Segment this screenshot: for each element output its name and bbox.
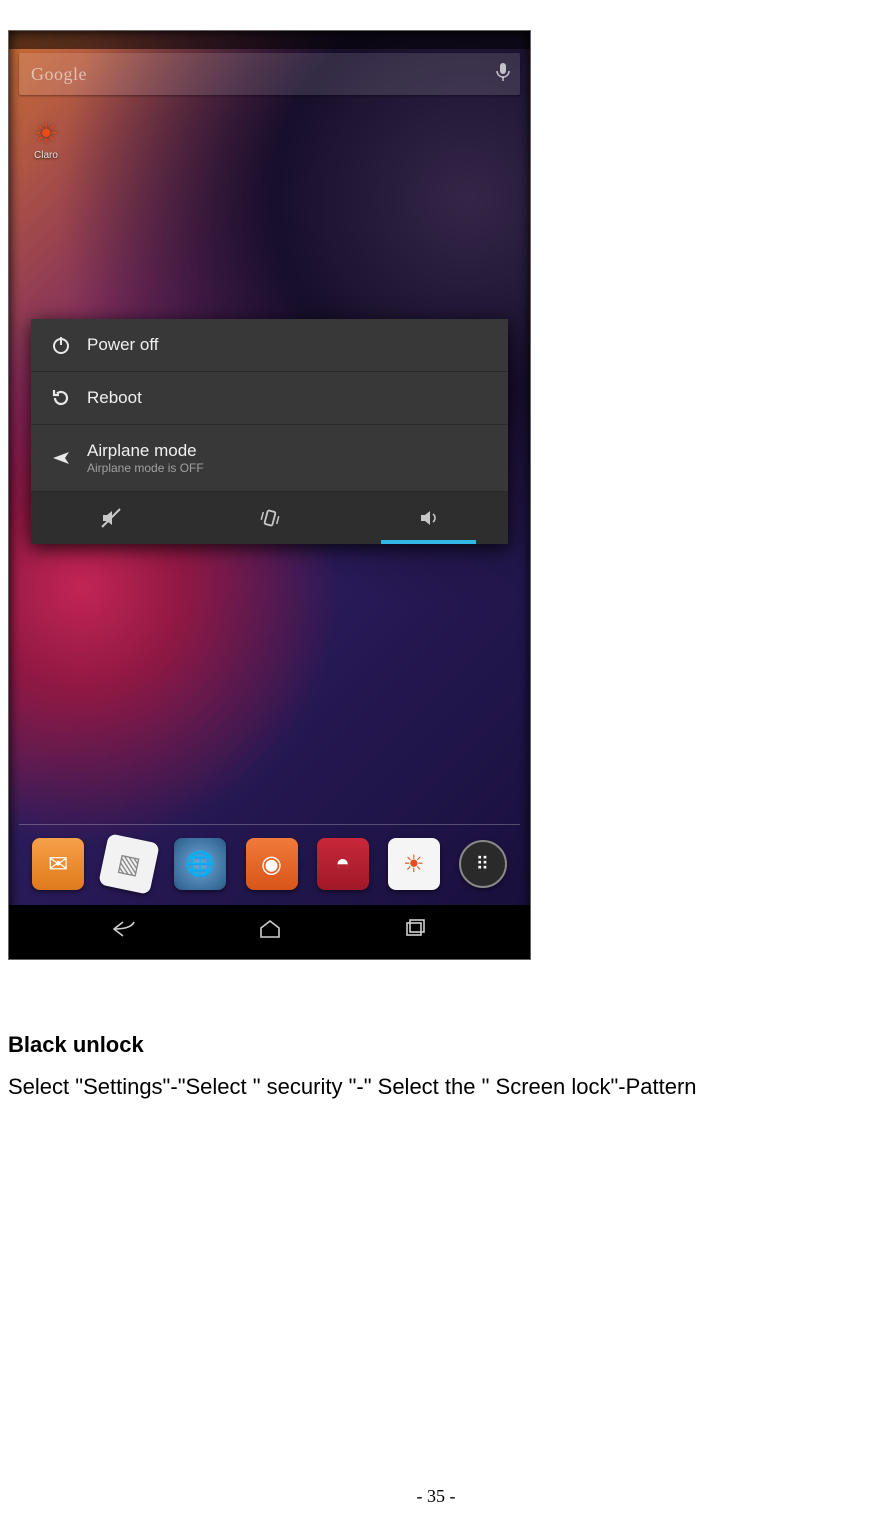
browser-app-icon[interactable]: 🌐 — [174, 838, 226, 890]
status-bar — [9, 31, 530, 49]
home-button[interactable] — [240, 919, 300, 945]
reboot-icon — [45, 388, 77, 408]
power-menu: Power off Reboot Airplane mode Airplane … — [31, 319, 508, 544]
claro-sun-icon: ☀ — [21, 117, 71, 150]
music-app-icon[interactable]: ◓ — [317, 838, 369, 890]
airplane-icon — [45, 448, 77, 468]
navigation-bar — [9, 905, 530, 959]
claro-app-icon[interactable]: ☀ — [388, 838, 440, 890]
airplane-mode-label: Airplane mode — [77, 441, 204, 461]
messaging-app-icon[interactable]: ✉ — [32, 838, 84, 890]
ringer-toggle-row — [31, 492, 508, 544]
dock-divider — [19, 824, 520, 825]
page-number: - 35 - — [0, 1486, 872, 1507]
sim-app-icon[interactable]: ▧ — [98, 833, 160, 895]
microphone-icon[interactable] — [496, 62, 510, 87]
dock: ✉ ▧ 🌐 ◉ ◓ ☀ ⠿ — [9, 833, 530, 895]
camera-app-icon[interactable]: ◉ — [246, 838, 298, 890]
apps-drawer-icon[interactable]: ⠿ — [459, 840, 507, 888]
google-search-bar[interactable]: Google — [19, 53, 520, 95]
reboot-item[interactable]: Reboot — [31, 372, 508, 425]
silent-toggle[interactable] — [31, 492, 190, 544]
power-off-label: Power off — [77, 335, 159, 355]
claro-widget-label: Claro — [21, 150, 71, 161]
recent-button[interactable] — [385, 919, 445, 945]
section-heading: Black unlock — [8, 1032, 864, 1058]
airplane-mode-status: Airplane mode is OFF — [77, 461, 204, 475]
airplane-mode-item[interactable]: Airplane mode Airplane mode is OFF — [31, 425, 508, 492]
section-body: Select "Settings"-"Select " security "-"… — [8, 1072, 864, 1103]
reboot-label: Reboot — [77, 388, 142, 408]
phone-screenshot: Google ☀ Claro Power off Reboot — [8, 30, 531, 960]
claro-widget[interactable]: ☀ Claro — [21, 117, 71, 161]
sound-toggle[interactable] — [349, 492, 508, 544]
power-icon — [45, 335, 77, 355]
back-button[interactable] — [94, 919, 154, 945]
power-off-item[interactable]: Power off — [31, 319, 508, 372]
google-search-placeholder: Google — [19, 64, 87, 85]
vibrate-toggle[interactable] — [190, 492, 349, 544]
